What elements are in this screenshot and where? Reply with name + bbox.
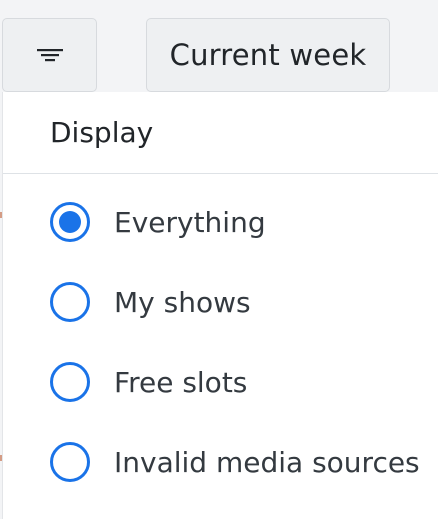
filter-button[interactable] xyxy=(2,18,97,92)
calendar-view: Current week Display Everything My shows… xyxy=(0,0,438,519)
dropdown-header-label: Display xyxy=(50,116,154,149)
radio-unchecked-icon[interactable] xyxy=(50,362,90,402)
current-week-label: Current week xyxy=(169,38,367,72)
option-free-slots[interactable]: Free slots xyxy=(3,342,438,422)
radio-checked-icon[interactable] xyxy=(50,202,90,242)
filter-lines-icon xyxy=(36,49,63,62)
dropdown-header: Display xyxy=(3,92,438,174)
option-label: Invalid media sources xyxy=(114,445,420,479)
option-everything[interactable]: Everything xyxy=(3,182,438,262)
option-label: Free slots xyxy=(114,365,248,399)
radio-unchecked-icon[interactable] xyxy=(50,442,90,482)
display-filter-dropdown: Display Everything My shows Free slots I… xyxy=(2,92,438,519)
option-my-shows[interactable]: My shows xyxy=(3,262,438,342)
radio-unchecked-icon[interactable] xyxy=(50,282,90,322)
option-label: Everything xyxy=(114,205,266,239)
option-label: My shows xyxy=(114,285,251,319)
current-week-button[interactable]: Current week xyxy=(146,18,390,92)
option-invalid-media-sources[interactable]: Invalid media sources xyxy=(3,422,438,502)
